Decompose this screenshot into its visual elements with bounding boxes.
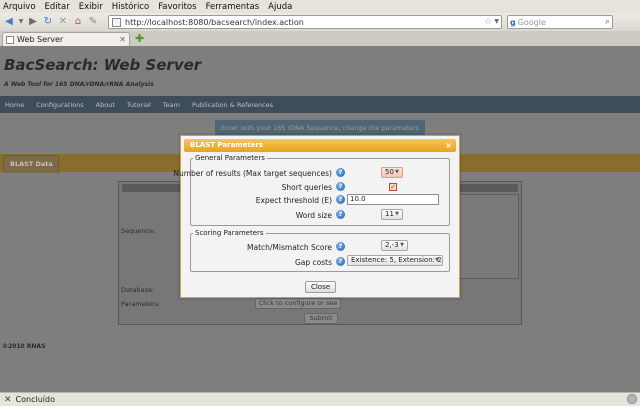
bookmark-star-icon[interactable]: ☆: [484, 16, 492, 28]
nav-home[interactable]: Home: [5, 101, 24, 109]
match-mismatch-value: 2,-3: [385, 241, 399, 249]
database-label: Database:: [121, 286, 155, 294]
word-size-value: 11: [385, 210, 394, 218]
statusbar-close-icon[interactable]: ✕: [4, 395, 12, 405]
match-mismatch-help-icon[interactable]: ?: [336, 242, 345, 251]
site-favicon-icon: [112, 17, 121, 27]
short-queries-label: Short queries: [281, 183, 332, 192]
tab-favicon-icon: [6, 35, 14, 44]
tab-title: Web Server: [17, 35, 64, 44]
menu-favoritos[interactable]: Favoritos: [158, 2, 196, 12]
chevron-down-icon: ▼: [435, 257, 439, 263]
gap-costs-value: Existence: 5, Extension: 2: [351, 256, 442, 264]
back-arrow-icon[interactable]: ◀: [3, 16, 15, 28]
word-size-select[interactable]: 11 ▼: [381, 209, 403, 220]
search-placeholder: Google: [517, 17, 546, 27]
dialog-title: BLAST Parameters: [190, 141, 264, 149]
match-mismatch-label: Match/Mismatch Score: [247, 243, 332, 252]
copyright-text: ©2010 RNAS: [2, 343, 46, 350]
expect-threshold-input[interactable]: 10.0: [347, 194, 439, 205]
num-results-value: 50: [385, 168, 394, 176]
menu-historico[interactable]: Histórico: [112, 2, 149, 12]
nav-about[interactable]: About: [96, 101, 115, 109]
address-bar[interactable]: http://localhost:8080/bacsearch/index.ac…: [108, 15, 502, 29]
gap-costs-help-icon[interactable]: ?: [336, 257, 345, 266]
addon-status-icon[interactable]: [627, 394, 637, 404]
search-icon[interactable]: ⌕: [605, 16, 610, 28]
match-mismatch-select[interactable]: 2,-3 ▼: [381, 240, 408, 251]
gap-costs-select[interactable]: Existence: 5, Extension: 2 ▼: [347, 255, 443, 266]
blast-parameters-dialog: BLAST Parameters × General Parameters Nu…: [173, 135, 460, 298]
submit-button[interactable]: Submit: [304, 313, 338, 324]
num-results-help-icon[interactable]: ?: [336, 168, 345, 177]
word-size-help-icon[interactable]: ?: [336, 210, 345, 219]
menu-arquivo[interactable]: Arquivo: [3, 2, 36, 12]
nav-publication[interactable]: Publication & References: [192, 101, 273, 109]
short-queries-help-icon[interactable]: ?: [336, 182, 345, 191]
browser-menubar: Arquivo Editar Exibir Histórico Favorito…: [0, 0, 640, 13]
menu-exibir[interactable]: Exibir: [79, 2, 103, 12]
reload-icon[interactable]: ↻: [42, 16, 54, 28]
expect-threshold-help-icon[interactable]: ?: [336, 195, 345, 204]
dialog-close-icon[interactable]: ×: [445, 139, 452, 152]
stop-icon[interactable]: ✕: [57, 16, 69, 28]
page-title: BacSearch: Web Server: [4, 56, 202, 74]
general-parameters-legend: General Parameters: [195, 154, 265, 162]
expect-threshold-label: Expect threshold (E): [255, 196, 332, 205]
nav-configurations[interactable]: Configurations: [36, 101, 83, 109]
menu-editar[interactable]: Editar: [45, 2, 70, 12]
dialog-titlebar[interactable]: BLAST Parameters ×: [184, 139, 456, 152]
page-subtitle: A Web Tool for 16S DNA/rDNA/rRNA Analysi…: [4, 81, 154, 88]
dropdown-arrow-icon[interactable]: ▼: [18, 16, 24, 28]
site-nav: Home Configurations About Tutorial Team …: [0, 96, 640, 113]
bookmark-tool-icon[interactable]: ✎: [87, 16, 99, 28]
num-results-select[interactable]: 50 ▼: [381, 167, 403, 178]
new-tab-plus-icon[interactable]: ✚: [135, 32, 144, 45]
url-history-arrow-icon[interactable]: ▼: [494, 16, 499, 28]
nav-tutorial[interactable]: Tutorial: [127, 101, 151, 109]
nav-team[interactable]: Team: [163, 101, 180, 109]
status-text: Concluído: [15, 395, 55, 404]
browser-statusbar: ✕ Concluído: [0, 392, 640, 406]
url-text: http://localhost:8080/bacsearch/index.ac…: [125, 17, 304, 27]
close-button[interactable]: Close: [305, 281, 336, 293]
gap-costs-label: Gap costs: [294, 258, 332, 267]
configure-parameters-button[interactable]: Click to configure or see: [255, 298, 341, 309]
word-size-label: Word size: [295, 211, 332, 220]
scoring-parameters-legend: Scoring Parameters: [195, 229, 264, 237]
tab-web-server[interactable]: Web Server ✕: [2, 32, 130, 46]
info-banner: Enter with your 16S rDNA Sequence, chang…: [215, 120, 425, 148]
tab-close-icon[interactable]: ✕: [119, 33, 126, 46]
chevron-down-icon: ▼: [400, 242, 404, 248]
chevron-down-icon: ▼: [395, 169, 399, 175]
sequence-label: Sequence:: [121, 227, 156, 235]
forward-arrow-icon[interactable]: ▶: [27, 16, 39, 28]
browser-navbar: ◀ ▼ ▶ ↻ ✕ ⌂ ✎ http://localhost:8080/bacs…: [0, 13, 640, 31]
tab-blast-data[interactable]: BLAST Data: [3, 155, 59, 173]
parameters-label: Parameters:: [121, 300, 161, 308]
short-queries-checkbox[interactable]: ✓: [389, 183, 397, 191]
menu-ajuda[interactable]: Ajuda: [268, 2, 292, 12]
menu-ferramentas[interactable]: Ferramentas: [206, 2, 260, 12]
search-engine-icon[interactable]: g: [510, 18, 516, 27]
browser-tabbar: Web Server ✕ ✚: [0, 31, 640, 46]
home-icon[interactable]: ⌂: [72, 16, 84, 28]
num-results-label: Number of results (Max target sequences): [173, 169, 332, 178]
chevron-down-icon: ▼: [395, 211, 399, 217]
search-box[interactable]: g Google ⌕: [507, 15, 613, 29]
